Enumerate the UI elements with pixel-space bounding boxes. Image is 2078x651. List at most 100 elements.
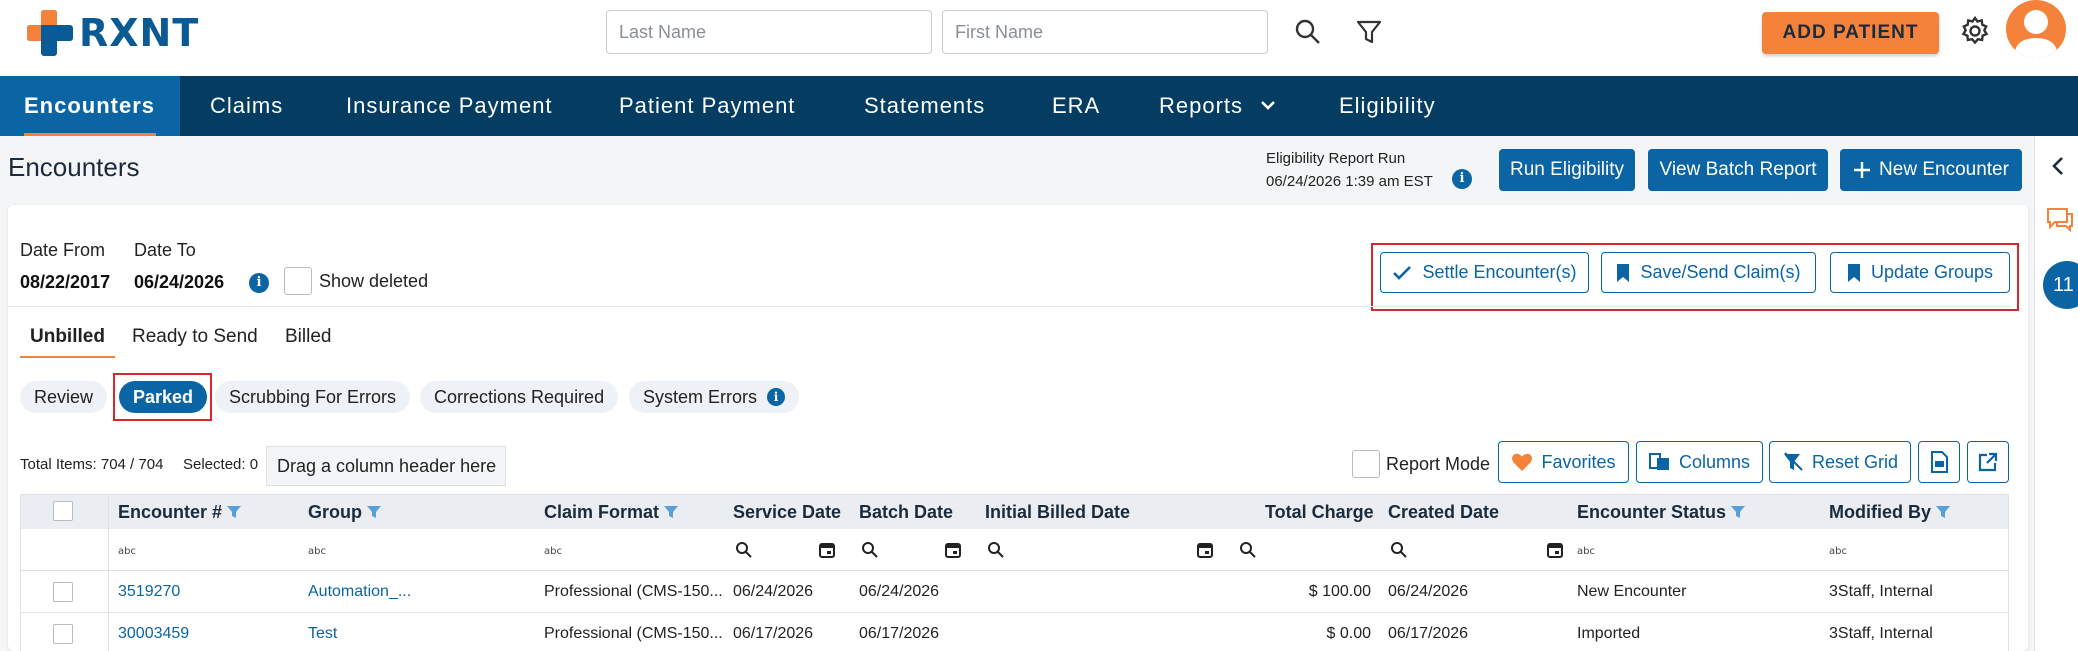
group-drop-zone[interactable]: Drag a column header here [266, 446, 506, 486]
system-errors-info-icon[interactable]: i [767, 388, 786, 406]
col-service-date[interactable]: Service Date [733, 495, 841, 529]
nav-item-claims[interactable]: Claims [186, 76, 307, 136]
calendar-icon[interactable] [1196, 541, 1214, 559]
date-from-value[interactable]: 08/22/2017 [20, 272, 110, 293]
text-filter-icon[interactable]: abc [544, 541, 562, 559]
plus-icon [1854, 162, 1871, 178]
add-patient-button[interactable]: ADD PATIENT [1762, 12, 1939, 54]
new-encounter-label: New Encounter [1879, 159, 2009, 180]
show-deleted-label: Show deleted [319, 271, 429, 291]
table-row[interactable]: 30003459 Test Professional (CMS-150... 0… [21, 613, 2008, 651]
service-date-cell: 06/24/2026 [733, 583, 814, 600]
eligibility-report-label: Eligibility Report Run [1266, 150, 1406, 167]
text-filter-icon[interactable]: abc [1577, 541, 1595, 559]
check-icon [1393, 265, 1412, 280]
col-group[interactable]: Group [308, 495, 382, 529]
select-all-checkbox[interactable] [53, 501, 73, 521]
encounter-status-cell: New Encounter [1577, 583, 1687, 600]
export-icon [1978, 452, 1998, 472]
text-filter-icon[interactable]: abc [118, 541, 136, 559]
pill-system-errors-label: System Errors [643, 387, 758, 407]
nav-item-statements[interactable]: Statements [840, 76, 1009, 136]
report-mode-checkbox[interactable] [1352, 450, 1380, 478]
calendar-icon[interactable] [944, 541, 962, 559]
search-filter-icon[interactable] [1390, 541, 1408, 559]
chevron-down-icon[interactable] [1260, 100, 1276, 112]
svg-text:abc: abc [118, 546, 136, 557]
col-claim-format[interactable]: Claim Format [544, 495, 679, 529]
pill-parked[interactable]: Parked [119, 381, 208, 413]
column-filter-icon[interactable] [1730, 504, 1746, 520]
tab-unbilled[interactable]: Unbilled [20, 326, 115, 358]
col-total-charge[interactable]: Total Charge [1265, 495, 1374, 529]
rxnt-logo[interactable]: RXNT [27, 10, 199, 56]
selected-count: Selected: 0 [183, 456, 259, 473]
column-filter-icon[interactable] [366, 504, 382, 520]
view-batch-report-button[interactable]: View Batch Report [1648, 149, 1828, 191]
date-from-label: Date From [20, 240, 106, 260]
total-charge-cell: $ 0.00 [1326, 625, 1371, 642]
col-created-date[interactable]: Created Date [1388, 495, 1499, 529]
group-cell[interactable]: Test [308, 613, 528, 651]
export-pdf-button[interactable] [1918, 441, 1960, 483]
run-eligibility-button[interactable]: Run Eligibility [1499, 149, 1635, 191]
pill-scrubbing-for-errors[interactable]: Scrubbing For Errors [215, 381, 411, 413]
filter-icon[interactable] [1355, 18, 1383, 46]
text-filter-icon[interactable]: abc [308, 541, 326, 559]
column-filter-icon[interactable] [226, 504, 242, 520]
calendar-icon[interactable] [818, 541, 836, 559]
nav-item-reports[interactable]: Reports [1135, 76, 1247, 136]
nav-item-era[interactable]: ERA [1028, 76, 1124, 136]
date-to-value[interactable]: 06/24/2026 [134, 272, 224, 293]
columns-button[interactable]: Columns [1636, 441, 1763, 483]
chat-icon[interactable] [2045, 206, 2075, 234]
search-filter-icon[interactable] [987, 541, 1005, 559]
new-encounter-button[interactable]: New Encounter [1840, 149, 2022, 191]
calendar-icon[interactable] [1546, 541, 1564, 559]
date-info-icon[interactable]: i [249, 273, 269, 293]
column-filter-icon[interactable] [1935, 504, 1951, 520]
search-filter-icon[interactable] [861, 541, 879, 559]
favorites-button[interactable]: Favorites [1498, 441, 1629, 483]
search-filter-icon[interactable] [735, 541, 753, 559]
chevron-left-icon[interactable] [2051, 156, 2065, 176]
info-icon[interactable]: i [1452, 169, 1472, 189]
col-group-label: Group [308, 502, 362, 522]
col-encounter-number[interactable]: Encounter # [118, 495, 242, 529]
notification-badge[interactable]: 11 [2043, 261, 2078, 309]
tab-billed[interactable]: Billed [285, 326, 331, 348]
nav-item-encounters[interactable]: Encounters [0, 76, 180, 136]
search-filter-icon[interactable] [1239, 541, 1257, 559]
export-button[interactable] [1967, 441, 2009, 483]
bookmark-icon [1617, 263, 1630, 282]
pill-corrections-required[interactable]: Corrections Required [420, 381, 619, 413]
show-deleted-checkbox[interactable] [284, 267, 312, 295]
nav-item-insurance-payment[interactable]: Insurance Payment [322, 76, 577, 136]
user-avatar[interactable] [2006, 0, 2066, 58]
reset-grid-button[interactable]: Reset Grid [1769, 441, 1911, 483]
save-send-claims-button[interactable]: Save/Send Claim(s) [1601, 252, 1816, 293]
encounter-number-cell[interactable]: 3519270 [118, 571, 298, 613]
search-icon[interactable] [1294, 18, 1322, 46]
col-modified-by[interactable]: Modified By [1829, 495, 1951, 529]
col-encounter-status[interactable]: Encounter Status [1577, 495, 1746, 529]
encounter-number-cell[interactable]: 30003459 [118, 613, 298, 651]
nav-item-eligibility[interactable]: Eligibility [1315, 76, 1460, 136]
eligibility-report-date: 06/24/2026 1:39 am EST [1266, 173, 1433, 190]
update-groups-button[interactable]: Update Groups [1830, 252, 2010, 293]
pill-review[interactable]: Review [20, 381, 108, 413]
tab-ready-to-send[interactable]: Ready to Send [132, 326, 258, 348]
table-row[interactable]: 3519270 Automation_... Professional (CMS… [21, 571, 2008, 613]
first-name-input[interactable] [942, 10, 1268, 54]
last-name-input[interactable] [606, 10, 932, 54]
pill-system-errors[interactable]: System Errors i [629, 381, 800, 413]
nav-item-patient-payment[interactable]: Patient Payment [595, 76, 819, 136]
gear-icon[interactable] [1960, 16, 1989, 45]
text-filter-icon[interactable]: abc [1829, 541, 1847, 559]
col-batch-date[interactable]: Batch Date [859, 495, 953, 529]
total-items: Total Items: 704 / 704 [20, 456, 164, 473]
col-initial-billed-date[interactable]: Initial Billed Date [985, 495, 1130, 529]
column-filter-icon[interactable] [663, 504, 679, 520]
group-cell[interactable]: Automation_... [308, 571, 528, 613]
settle-encounters-button[interactable]: Settle Encounter(s) [1380, 252, 1589, 293]
